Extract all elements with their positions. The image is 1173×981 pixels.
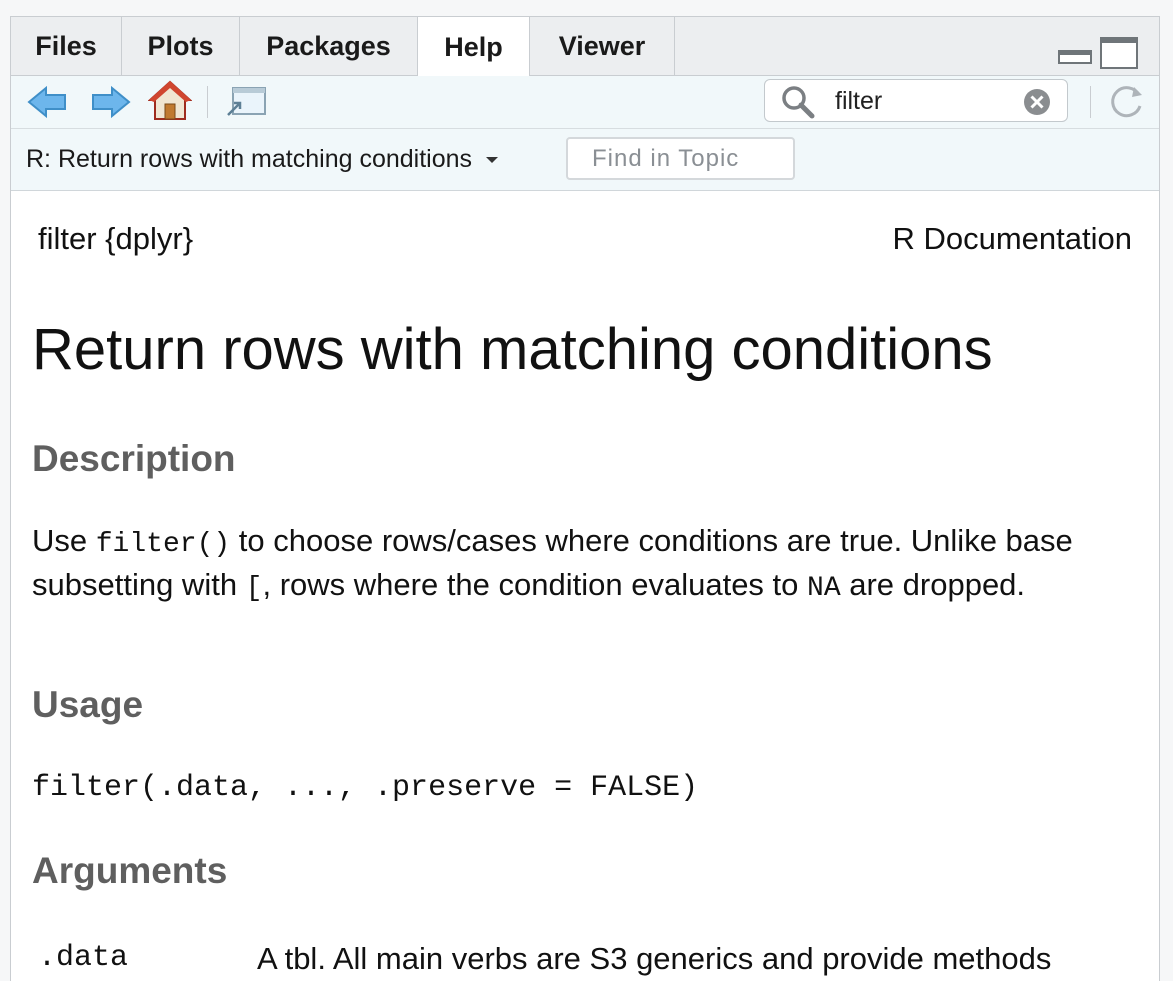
description-text: Use filter() to choose rows/cases where … bbox=[32, 521, 1112, 609]
tab-help[interactable]: Help bbox=[417, 17, 530, 77]
argument-description: A tbl. All main verbs are S3 generics an… bbox=[257, 941, 1052, 976]
section-heading-arguments: Arguments bbox=[32, 850, 228, 891]
tab-viewer[interactable]: Viewer bbox=[530, 17, 675, 76]
topic-bar: R: Return rows with matching conditions bbox=[11, 129, 1159, 191]
inline-code: filter() bbox=[95, 529, 231, 560]
back-arrow-icon[interactable] bbox=[27, 85, 67, 124]
description-text-part: Use bbox=[32, 523, 96, 558]
inline-code: NA bbox=[807, 573, 841, 604]
find-in-topic-input[interactable] bbox=[566, 137, 795, 180]
doc-source-label: R Documentation bbox=[892, 221, 1132, 256]
description-text-part: are dropped. bbox=[840, 567, 1026, 602]
page-title: Return rows with matching conditions bbox=[32, 317, 993, 382]
inline-code: [ bbox=[245, 573, 263, 604]
help-toolbar bbox=[11, 76, 1159, 129]
help-content: filter {dplyr} R Documentation Return ro… bbox=[11, 191, 1159, 981]
minimize-icon[interactable] bbox=[1058, 37, 1092, 72]
section-heading-description: Description bbox=[32, 438, 236, 479]
home-icon[interactable] bbox=[147, 79, 193, 126]
tab-files[interactable]: Files bbox=[11, 17, 122, 76]
forward-arrow-icon[interactable] bbox=[91, 85, 131, 124]
pane-tab-bar: Files Plots Packages Help Viewer bbox=[11, 17, 1159, 77]
help-search-input[interactable] bbox=[835, 84, 1015, 118]
section-heading-usage: Usage bbox=[32, 684, 144, 725]
help-search-box[interactable] bbox=[764, 79, 1068, 122]
chevron-down-icon bbox=[486, 157, 499, 164]
refresh-icon[interactable] bbox=[1107, 81, 1147, 126]
doc-topic-name: filter {dplyr} bbox=[38, 221, 194, 256]
description-text-part: , rows where the condition evaluates to bbox=[262, 567, 808, 602]
tab-packages[interactable]: Packages bbox=[240, 17, 418, 76]
argument-name: .data bbox=[38, 941, 129, 975]
tab-plots[interactable]: Plots bbox=[122, 17, 240, 76]
clear-icon[interactable] bbox=[1023, 88, 1051, 121]
topic-dropdown-label: R: Return rows with matching conditions bbox=[26, 145, 473, 173]
usage-code: filter(.data, ..., .preserve = FALSE) bbox=[32, 771, 699, 805]
topic-dropdown[interactable]: R: Return rows with matching conditions bbox=[26, 145, 499, 174]
search-icon bbox=[781, 85, 815, 124]
maximize-icon[interactable] bbox=[1100, 37, 1138, 74]
help-pane: Files Plots Packages Help Viewer filter … bbox=[10, 16, 1160, 981]
popout-window-icon[interactable] bbox=[225, 86, 267, 123]
